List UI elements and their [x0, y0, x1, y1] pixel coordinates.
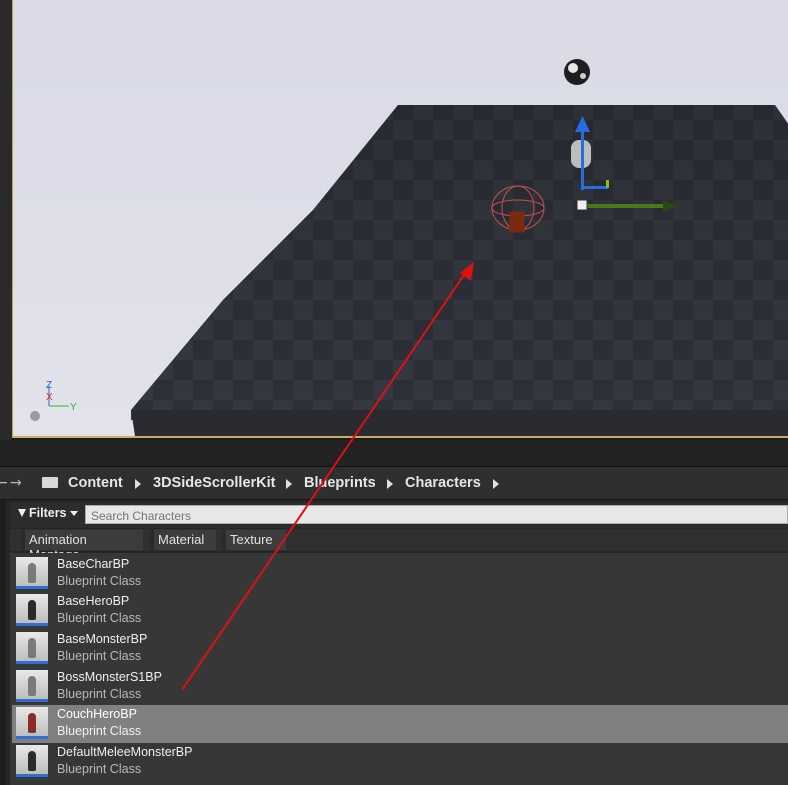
axis-y-label: Y: [70, 402, 77, 413]
reflection-sphere-icon: [564, 59, 590, 85]
asset-type: Blueprint Class: [57, 649, 142, 663]
content-browser-left-edge: [0, 500, 6, 785]
character-icon: [28, 600, 36, 620]
back-arrow-icon[interactable]: ←: [0, 475, 8, 491]
character-icon: [28, 751, 36, 771]
asset-type: Blueprint Class: [57, 724, 142, 738]
path-segment-content[interactable]: Content: [68, 475, 123, 491]
axis-x-label: X: [46, 392, 53, 403]
asset-type: Blueprint Class: [57, 611, 142, 625]
search-input[interactable]: [85, 505, 788, 524]
asset-type: Blueprint Class: [57, 574, 142, 588]
asset-thumbnail: [16, 632, 48, 664]
asset-row[interactable]: BaseMonsterBP Blueprint Class: [12, 630, 788, 668]
content-browser-header: [0, 440, 788, 467]
asset-name: DefaultMeleeMonsterBP: [57, 745, 193, 759]
axis-z-label: Z: [46, 380, 52, 391]
folder-icon: [42, 477, 58, 488]
asset-thumbnail: [16, 670, 48, 702]
character-icon: [28, 713, 36, 733]
filters-label: Filters: [29, 506, 67, 520]
path-separator-icon[interactable]: [286, 479, 292, 489]
path-separator-icon[interactable]: [493, 479, 499, 489]
character-icon: [28, 563, 36, 583]
path-segment-blueprints[interactable]: Blueprints: [304, 475, 376, 491]
asset-thumbnail: [16, 557, 48, 589]
asset-row[interactable]: BossMonsterS1BP Blueprint Class: [12, 668, 788, 706]
asset-name: BaseCharBP: [57, 557, 130, 571]
character-icon: [28, 676, 36, 696]
level-viewport[interactable]: Z X Y: [0, 0, 788, 440]
axis-gizmo-icon: Z X Y: [46, 380, 77, 413]
asset-thumbnail: [16, 745, 48, 777]
asset-row-selected[interactable]: CouchHeroBP Blueprint Class: [12, 705, 788, 743]
asset-name: BossMonsterS1BP: [57, 670, 162, 684]
path-bar: ← → Content 3DSideScrollerKit Blueprints…: [0, 467, 788, 500]
help-icon: [30, 411, 40, 421]
filter-chip-texture[interactable]: Texture: [222, 530, 286, 550]
asset-thumbnail: [16, 594, 48, 626]
asset-type: Blueprint Class: [57, 762, 142, 776]
checker-floor: [131, 105, 788, 436]
path-separator-icon[interactable]: [135, 479, 141, 489]
scene-render: Z X Y: [30, 59, 788, 436]
asset-name: CouchHeroBP: [57, 707, 137, 721]
path-separator-icon[interactable]: [387, 479, 393, 489]
asset-row[interactable]: BaseHeroBP Blueprint Class: [12, 592, 788, 630]
asset-name: BaseMonsterBP: [57, 632, 148, 646]
asset-row[interactable]: DefaultMeleeMonsterBP Blueprint Class: [12, 743, 788, 781]
path-segment-characters[interactable]: Characters: [405, 475, 481, 491]
filters-button[interactable]: Filters: [18, 506, 78, 524]
viewport-render-area[interactable]: Z X Y: [12, 0, 788, 438]
character-icon: [28, 638, 36, 658]
asset-name: BaseHeroBP: [57, 594, 130, 608]
path-segment-kit[interactable]: 3DSideScrollerKit: [153, 475, 276, 491]
asset-type: Blueprint Class: [57, 687, 142, 701]
filter-chip-material[interactable]: Material: [150, 530, 216, 550]
forward-arrow-icon[interactable]: →: [10, 475, 22, 491]
asset-row[interactable]: BaseCharBP Blueprint Class: [12, 555, 788, 593]
filter-chip-animation-montage[interactable]: Animation Montage: [21, 530, 143, 562]
filter-funnel-icon: [18, 509, 26, 517]
dropdown-caret-icon: [69, 511, 78, 517]
asset-thumbnail: [16, 707, 48, 739]
